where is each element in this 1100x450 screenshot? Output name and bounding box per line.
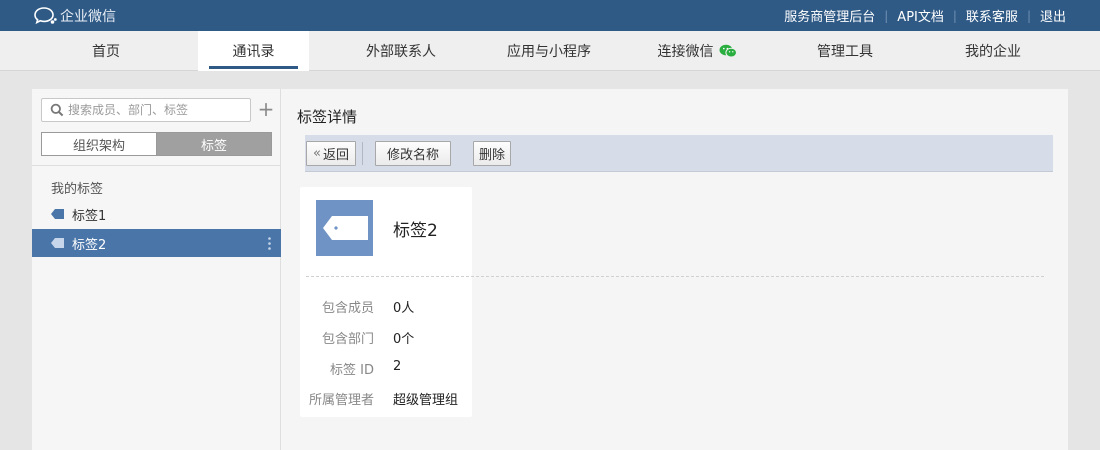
chat-bubble-logo-icon	[34, 7, 57, 25]
main-nav: 首页 通讯录 外部联系人 应用与小程序 连接微信 管理工具 我的企业	[0, 31, 1100, 71]
tab-label: 外部联系人	[366, 44, 436, 60]
wechat-icon	[719, 44, 737, 58]
page-title: 标签详情	[297, 108, 358, 126]
tag-label: 标签1	[72, 208, 107, 224]
field-value: 超级管理组	[393, 393, 459, 408]
header-links: 服务商管理后台 | API文档 | 联系客服 | 退出	[784, 0, 1066, 31]
back-label: 返回	[322, 148, 349, 163]
field-value: 0个	[393, 332, 415, 347]
divider: |	[884, 8, 889, 23]
tab-my-company[interactable]: 我的企业	[919, 31, 1067, 71]
divider: |	[952, 8, 957, 23]
tab-label: 管理工具	[817, 44, 873, 60]
tab-connect-wechat[interactable]: 连接微信	[623, 31, 771, 71]
detail-panel: 标签详情 « 返回 修改名称 删除 标签2 包含成员 0人 包含部门 0个 标签…	[281, 89, 1068, 450]
link-service-provider[interactable]: 服务商管理后台	[784, 6, 875, 25]
tags-button[interactable]: 标签	[157, 133, 271, 155]
tab-contacts[interactable]: 通讯录	[198, 31, 309, 71]
tab-label: 我的企业	[965, 44, 1021, 60]
rename-button[interactable]: 修改名称	[375, 141, 451, 166]
dashed-divider	[306, 276, 1044, 277]
delete-button[interactable]: 删除	[473, 141, 511, 166]
top-bar: 企业微信 服务商管理后台 | API文档 | 联系客服 | 退出	[0, 0, 1100, 31]
field-value: 0人	[393, 301, 415, 316]
double-chevron-left-icon: «	[313, 146, 321, 161]
divider	[362, 142, 363, 165]
content-card: + 组织架构 标签 我的标签 标签1 标签2 标签详情	[32, 89, 1068, 450]
tag-item[interactable]: 标签1	[32, 200, 281, 228]
field-value: 2	[393, 359, 402, 374]
toolbar: « 返回 修改名称 删除	[305, 135, 1053, 172]
field-label: 标签 ID	[330, 363, 374, 378]
add-button[interactable]: +	[257, 98, 275, 122]
divider	[32, 165, 281, 166]
tag-item-selected[interactable]: 标签2	[32, 229, 281, 257]
sidebar: + 组织架构 标签 我的标签 标签1 标签2	[32, 89, 281, 450]
field-label: 包含成员	[321, 301, 374, 316]
field-row: 所属管理者 超级管理组	[300, 389, 472, 409]
field-label: 所属管理者	[308, 393, 374, 408]
divider: |	[1026, 8, 1031, 23]
field-row: 标签 ID 2	[300, 359, 472, 379]
tag-thumbnail	[316, 200, 373, 256]
tab-admin-tools[interactable]: 管理工具	[771, 31, 919, 71]
tab-label: 应用与小程序	[507, 44, 591, 60]
tab-label: 通讯录	[232, 44, 275, 60]
tag-icon	[322, 216, 368, 240]
link-api-docs[interactable]: API文档	[897, 6, 944, 25]
tab-label: 连接微信	[657, 44, 714, 60]
search-icon	[50, 103, 64, 117]
view-switch: 组织架构 标签	[41, 132, 272, 156]
link-logout[interactable]: 退出	[1040, 6, 1066, 25]
app-title: 企业微信	[60, 9, 116, 25]
my-tags-heading: 我的标签	[51, 182, 104, 197]
link-support[interactable]: 联系客服	[966, 6, 1018, 25]
tab-external-contacts[interactable]: 外部联系人	[327, 31, 475, 71]
tab-home[interactable]: 首页	[32, 31, 180, 71]
search-input[interactable]	[68, 103, 238, 117]
org-structure-button[interactable]: 组织架构	[42, 133, 157, 155]
tab-apps[interactable]: 应用与小程序	[475, 31, 623, 71]
tab-label: 首页	[92, 44, 120, 60]
more-icon[interactable]	[268, 237, 271, 250]
tag-icon	[51, 238, 64, 248]
search-box[interactable]	[41, 98, 251, 122]
back-button[interactable]: « 返回	[306, 141, 356, 166]
field-label: 包含部门	[321, 332, 374, 347]
tag-info-card: 标签2 包含成员 0人 包含部门 0个 标签 ID 2 所属管理者 超级管理组	[300, 187, 1044, 417]
logo[interactable]: 企业微信	[33, 6, 116, 26]
tag-name: 标签2	[393, 221, 438, 241]
tag-icon	[51, 209, 64, 219]
field-row: 包含部门 0个	[300, 328, 472, 348]
field-row: 包含成员 0人	[300, 297, 472, 317]
tag-label: 标签2	[72, 237, 107, 253]
